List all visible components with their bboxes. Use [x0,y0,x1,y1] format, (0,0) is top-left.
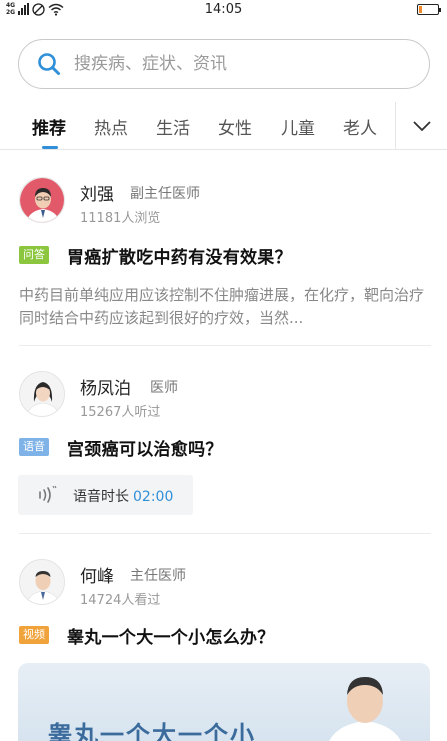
category-tabs: 推荐 热点 生活 女性 儿童 老人 [0,102,447,150]
status-bar: 4G 2G 14:05 [0,0,447,20]
tab-recommended[interactable]: 推荐 [32,114,66,139]
tab-children[interactable]: 儿童 [281,114,315,139]
search-input[interactable] [74,54,394,74]
search-bar[interactable] [18,39,430,89]
voice-wave-icon [39,485,57,503]
voice-duration-value: 02:00 [133,489,174,505]
tag-video: 视频 [19,626,49,644]
doctor-title: 主任医师 [130,568,186,584]
doctor-name: 杨凤泊 [80,379,131,399]
tab-life[interactable]: 生活 [156,114,190,139]
search-icon [37,52,61,76]
voice-player[interactable]: 语音时长 02:00 [18,475,193,515]
expand-tabs-button[interactable] [395,102,447,149]
doctor-title: 医师 [150,380,178,396]
tag-voice: 语音 [19,438,49,456]
question-title[interactable]: 宫颈癌可以治愈吗？ [67,435,223,460]
chevron-down-icon [412,120,431,131]
listen-count: 15267人听过 [80,405,161,420]
tab-elderly[interactable]: 老人 [343,114,377,139]
active-tab-indicator [42,146,58,149]
avatar[interactable] [19,371,65,417]
doctor-name: 何峰 [80,567,114,587]
video-caption: 睾丸一个大一个小 [48,721,256,741]
question-title[interactable]: 睾丸一个大一个小怎么办？ [67,623,275,648]
tag-qa: 问答 [19,246,49,264]
voice-duration-label: 语音时长 [73,489,129,505]
video-thumbnail[interactable]: 睾丸一个大一个小 [18,663,430,741]
doctor-video-portrait [329,677,401,741]
avatar[interactable] [19,177,65,223]
divider [19,533,431,534]
battery-icon [417,4,441,15]
watch-count: 14724人看过 [80,593,161,608]
view-count: 11181人浏览 [80,211,161,226]
divider [19,345,431,346]
tab-women[interactable]: 女性 [218,114,252,139]
status-time: 14:05 [204,2,243,17]
answer-excerpt: 中药目前单纯应用应该控制不住肿瘤进展，在化疗，靶向治疗同时结合中药应该起到很好的… [19,286,425,327]
avatar[interactable] [19,559,65,605]
voice-duration: 语音时长 02:00 [73,486,173,506]
doctor-name: 刘强 [80,185,114,205]
doctor-title: 副主任医师 [130,186,200,202]
question-title[interactable]: 胃癌扩散吃中药有没有效果？ [67,243,292,268]
tab-hot[interactable]: 热点 [94,114,128,139]
